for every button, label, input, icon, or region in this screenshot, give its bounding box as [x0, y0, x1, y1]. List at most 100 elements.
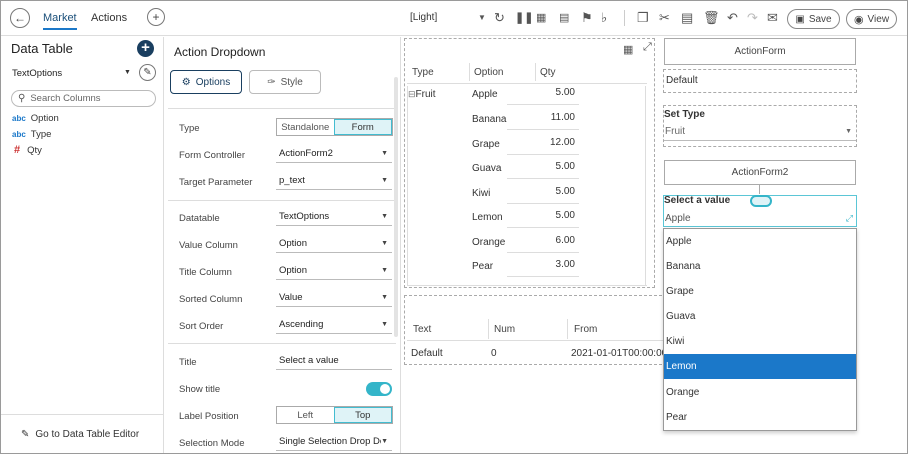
edit-datatable-button[interactable]: ✎: [139, 64, 156, 81]
chevron-down-icon: ▼: [381, 294, 388, 301]
divider: [1, 414, 163, 415]
tab-options-label: Options: [195, 76, 231, 88]
export-icon[interactable]: ▦: [623, 43, 633, 56]
tab-options[interactable]: ⚙ Options: [170, 70, 242, 94]
table-cell: Pear: [472, 261, 494, 272]
search-placeholder: Search Columns: [30, 93, 101, 104]
back-button[interactable]: ←: [10, 8, 30, 28]
dropdown-item[interactable]: Grape: [664, 279, 856, 304]
set-type-label: Set Type: [664, 109, 705, 120]
type-standalone-option[interactable]: Standalone: [277, 119, 334, 135]
target-parameter-label: Target Parameter: [179, 177, 253, 188]
comment-icon[interactable]: ✉: [767, 10, 778, 26]
table-header-text[interactable]: Text: [413, 324, 431, 335]
chevron-down-icon: ▼: [381, 267, 388, 274]
tab-market[interactable]: Market: [43, 12, 77, 30]
expand-icon[interactable]: ⤢: [643, 41, 652, 54]
chevron-down-icon[interactable]: ▼: [124, 69, 131, 76]
theme-dropdown-icon[interactable]: ▼: [478, 13, 486, 22]
view-button[interactable]: ◉ View: [846, 9, 897, 29]
table-cell: 12.00: [507, 137, 579, 155]
table-cell: Apple: [472, 89, 498, 100]
refresh-icon[interactable]: ↻: [494, 10, 505, 26]
pause-icon[interactable]: ❚❚: [515, 11, 533, 24]
sorted-column-select[interactable]: Value ▼: [276, 289, 392, 307]
chevron-down-icon: ▼: [381, 177, 388, 184]
collapse-icon[interactable]: ⊟: [408, 89, 416, 99]
divider: [168, 200, 396, 201]
target-parameter-select[interactable]: p_text ▼: [276, 172, 392, 190]
title-column-select[interactable]: Option ▼: [276, 262, 392, 280]
table-header-num[interactable]: Num: [494, 324, 515, 335]
cut-icon[interactable]: ✂: [659, 10, 670, 26]
app-window: ← Market Actions + [Light] ▼ ↻ ❚❚ ▦ ▤ ⚑ …: [0, 0, 908, 454]
dropdown-item[interactable]: Orange: [664, 380, 856, 405]
table-header-from[interactable]: From: [574, 324, 597, 335]
selection-mode-select[interactable]: Single Selection Drop Do ▼: [276, 433, 392, 451]
action-form2-button[interactable]: ActionForm2: [664, 160, 856, 185]
delete-icon[interactable]: 🗑: [703, 10, 720, 26]
group-cell[interactable]: ⊟Fruit: [408, 89, 436, 100]
add-datatable-button[interactable]: +: [137, 40, 154, 57]
type-toggle[interactable]: Standalone Form: [276, 118, 393, 136]
edit-icon: ✎: [21, 429, 30, 440]
dropdown-item[interactable]: Banana: [664, 254, 856, 279]
label-position-label: Label Position: [179, 411, 239, 422]
pdf-icon[interactable]: ▤: [559, 11, 569, 24]
select-value: Fruit: [665, 125, 685, 137]
label-position-left-option[interactable]: Left: [277, 407, 334, 423]
drag-handle[interactable]: [750, 195, 772, 207]
table-cell: 5.00: [507, 87, 579, 105]
divider: [168, 108, 396, 109]
table-cell: Banana: [472, 114, 507, 125]
column-item[interactable]: abc Type: [12, 129, 51, 140]
column-item[interactable]: abc Option: [12, 113, 59, 124]
save-button[interactable]: ▣ Save: [787, 9, 840, 29]
tab-style-label: Style: [280, 76, 303, 88]
column-item[interactable]: # Qty: [14, 144, 42, 156]
redo-icon[interactable]: ↷: [747, 10, 758, 26]
snapshot-icon[interactable]: ▦: [536, 11, 546, 24]
select-value: p_text: [279, 175, 305, 186]
dropdown-item[interactable]: Guava: [664, 304, 856, 329]
show-title-toggle[interactable]: [366, 382, 392, 396]
value-column-select[interactable]: Option ▼: [276, 235, 392, 253]
datatable-select[interactable]: TextOptions: [12, 68, 62, 79]
dropdown-item[interactable]: Pear: [664, 405, 856, 430]
table-header-type[interactable]: Type: [412, 67, 434, 78]
type-form-option[interactable]: Form: [333, 119, 392, 135]
add-tab-button[interactable]: +: [147, 8, 165, 26]
column-name: Type: [30, 129, 52, 140]
datatable-select[interactable]: TextOptions ▼: [276, 208, 392, 226]
tab-style[interactable]: ✑ Style: [249, 70, 321, 94]
form-controller-select[interactable]: ActionForm2 ▼: [276, 145, 392, 163]
undo-icon[interactable]: ↶: [727, 10, 738, 26]
paste-icon[interactable]: ▤: [681, 10, 693, 26]
table-header-option[interactable]: Option: [474, 67, 503, 78]
bell-icon[interactable]: ♭: [601, 10, 607, 26]
bookmark-icon[interactable]: ⚑: [581, 10, 593, 26]
resize-icon[interactable]: ⤢: [846, 213, 853, 224]
numeric-type-icon: #: [14, 144, 21, 156]
label-position-toggle[interactable]: Left Top: [276, 406, 393, 424]
dropdown-item-selected[interactable]: Lemon: [664, 354, 856, 379]
table-header-qty[interactable]: Qty: [540, 67, 556, 78]
tab-actions[interactable]: Actions: [91, 12, 127, 24]
search-columns-input[interactable]: ⚲ Search Columns: [11, 90, 156, 107]
dropdown-item[interactable]: Apple: [664, 229, 856, 254]
select-value-dropdown[interactable]: Apple ⤢: [664, 209, 856, 227]
panel-scrollbar[interactable]: [394, 77, 398, 337]
set-type-select[interactable]: Fruit ▼: [664, 122, 856, 141]
data-table-editor-link[interactable]: ✎ Go to Data Table Editor: [21, 429, 139, 440]
title-input[interactable]: Select a value: [276, 352, 392, 370]
sort-order-select[interactable]: Ascending ▼: [276, 316, 392, 334]
column-name: Option: [30, 113, 59, 124]
action-form-button[interactable]: ActionForm: [664, 38, 856, 65]
dropdown-item[interactable]: Kiwi: [664, 329, 856, 354]
brush-icon: ✑: [267, 76, 276, 88]
label-position-top-option[interactable]: Top: [333, 407, 392, 423]
select-value: Ascending: [279, 319, 324, 330]
copy-icon[interactable]: ❐: [637, 10, 649, 26]
column-divider: [469, 63, 470, 81]
